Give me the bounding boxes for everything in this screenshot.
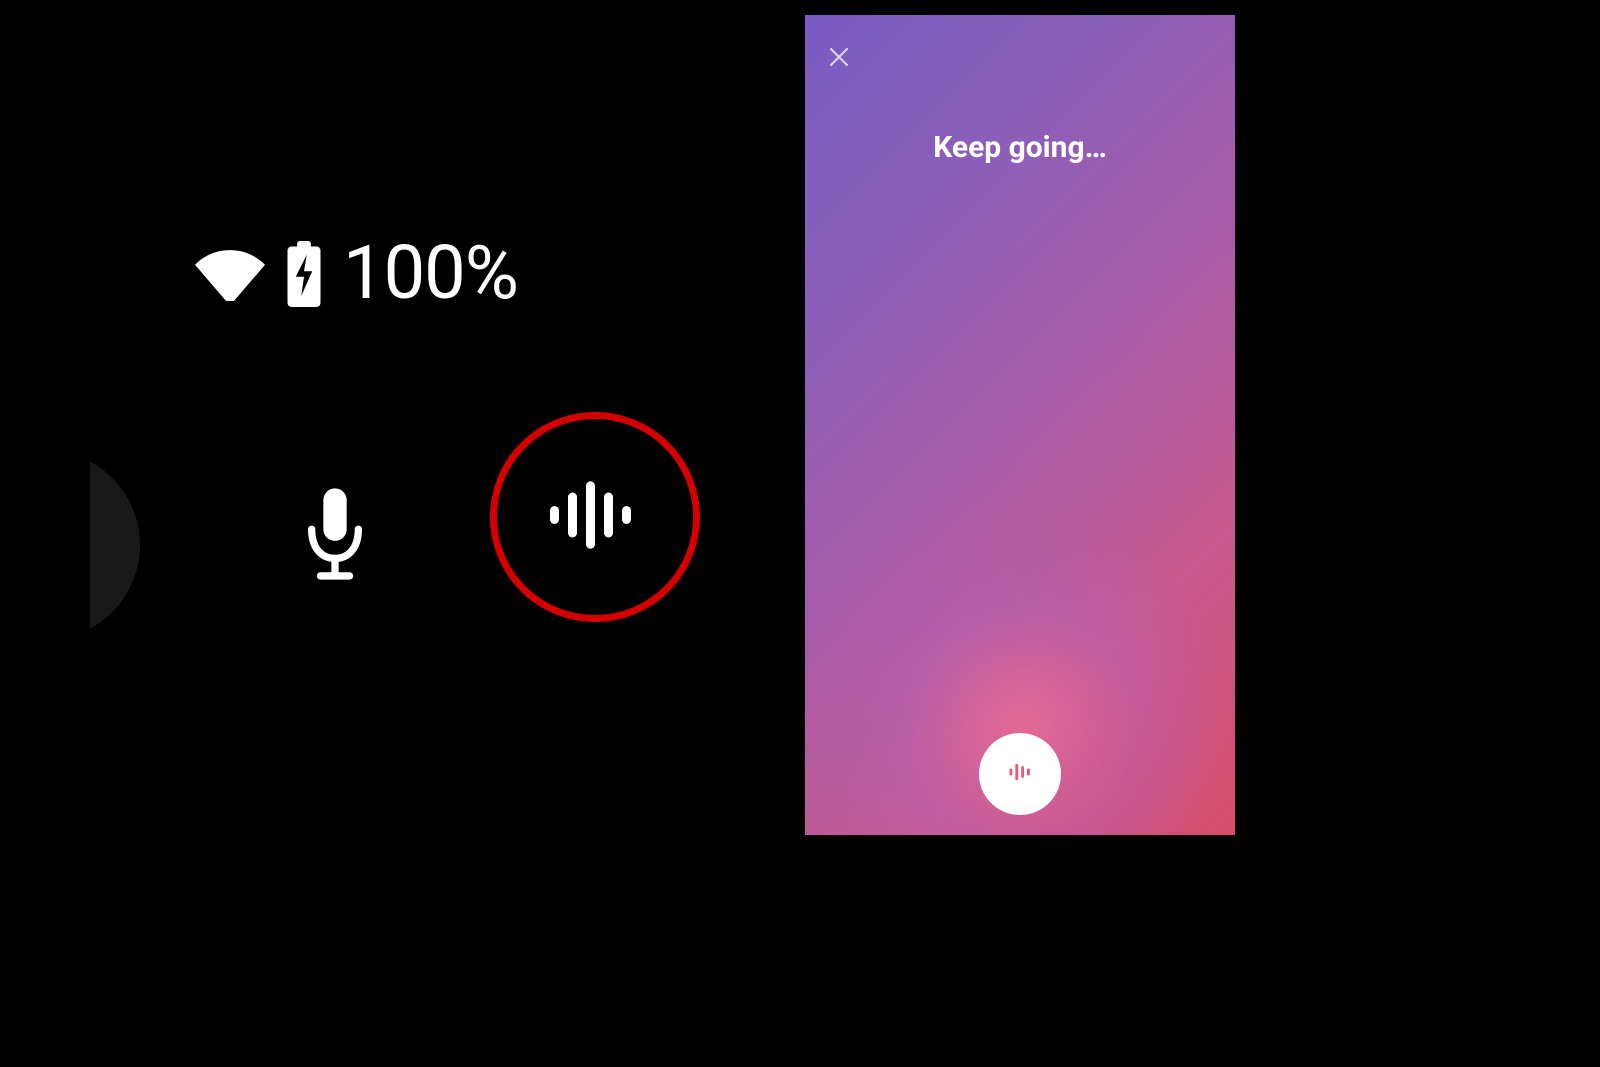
- sound-search-button[interactable]: [490, 412, 700, 622]
- microphone-icon: [300, 488, 370, 592]
- microphone-button[interactable]: [290, 485, 380, 595]
- battery-charging-icon: [283, 241, 325, 307]
- close-button[interactable]: [827, 45, 857, 75]
- waveform-icon: [1006, 758, 1034, 790]
- status-panel: 100%: [0, 0, 800, 1067]
- sound-search-icon: [550, 475, 640, 559]
- recording-prompt: Keep going…: [805, 130, 1235, 165]
- battery-percentage: 100%: [343, 230, 518, 317]
- voice-recording-panel: Keep going…: [805, 15, 1235, 835]
- edge-handle[interactable]: [40, 450, 140, 640]
- wifi-icon: [195, 246, 265, 301]
- record-button[interactable]: [979, 733, 1061, 815]
- control-row: [0, 420, 700, 640]
- status-bar: 100%: [195, 230, 518, 317]
- close-icon: [827, 54, 851, 73]
